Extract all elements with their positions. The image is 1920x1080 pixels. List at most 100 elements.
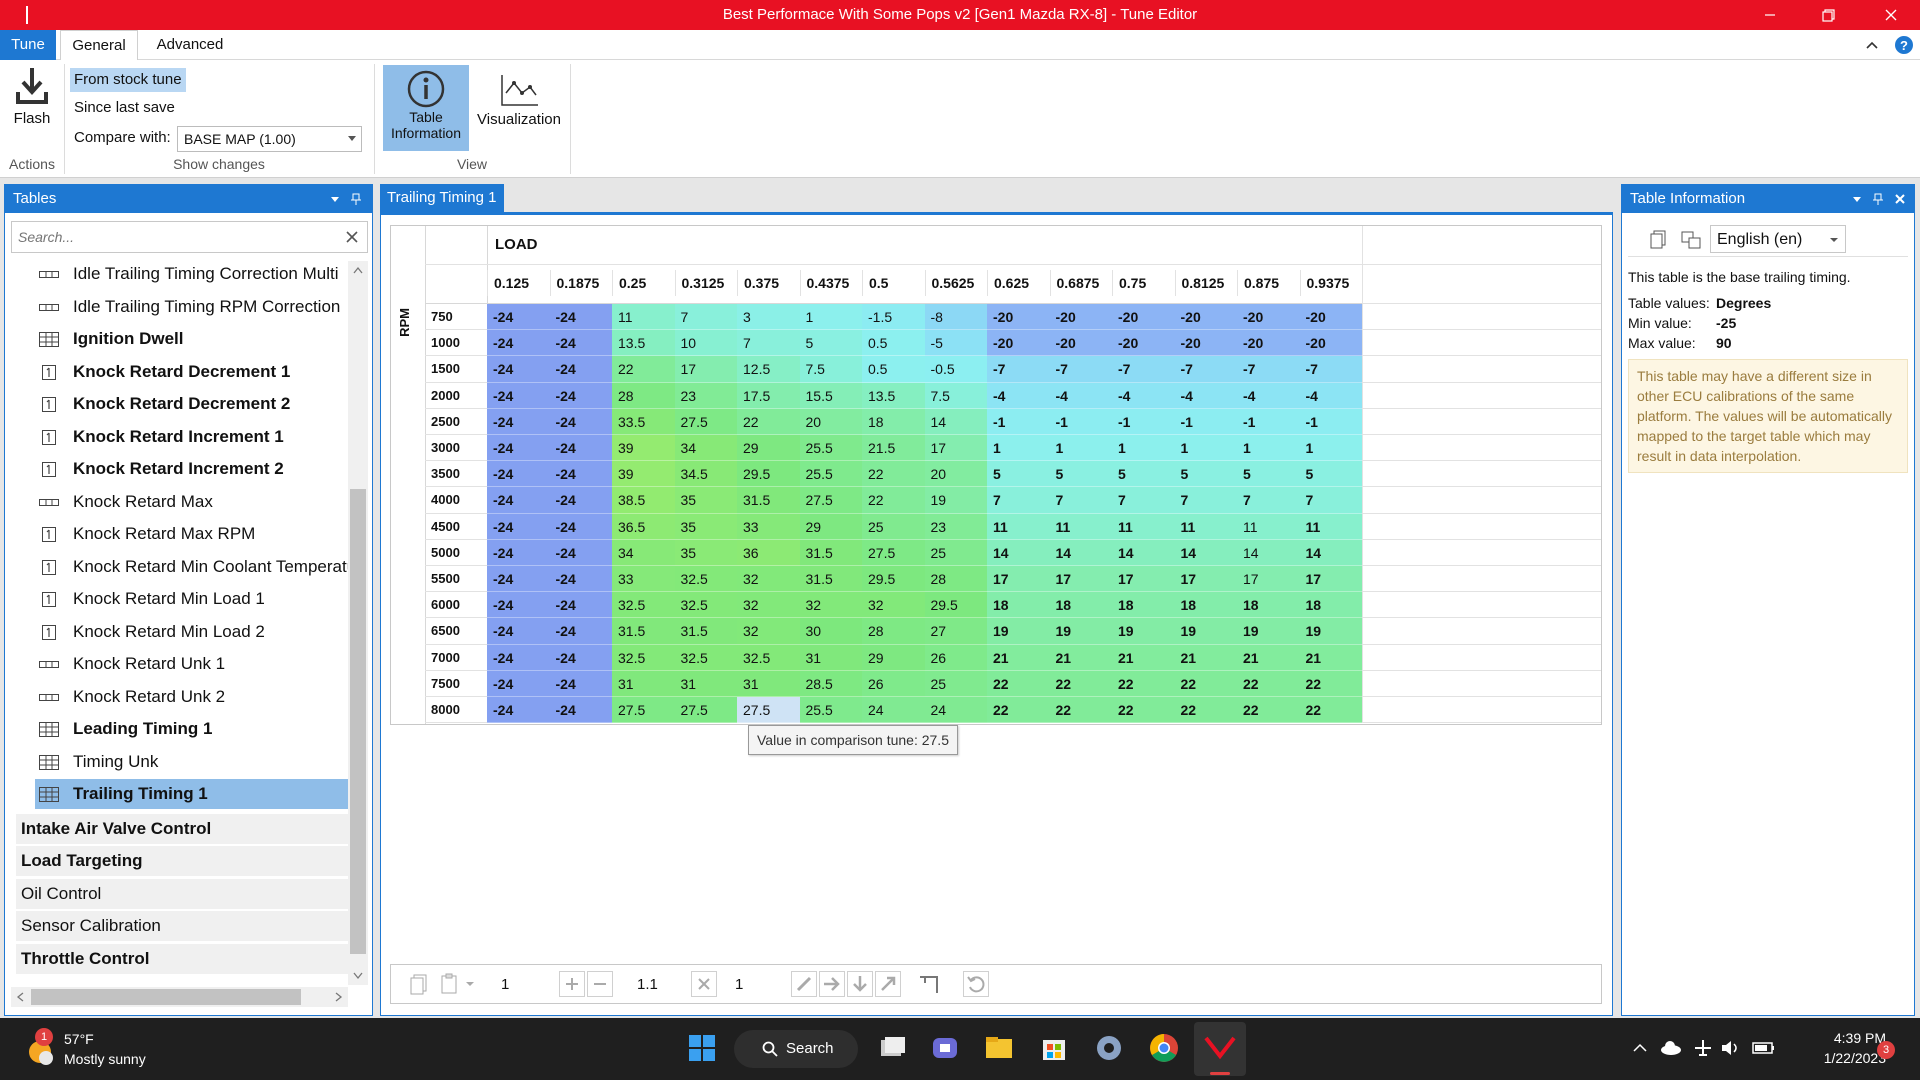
value-field-2[interactable]: 1.1 bbox=[637, 973, 697, 997]
table-cell[interactable]: 17 bbox=[987, 566, 1050, 593]
table-cell[interactable]: 22 bbox=[862, 487, 925, 514]
table-cell[interactable]: 20 bbox=[924, 461, 987, 488]
table-cell[interactable]: -24 bbox=[549, 670, 612, 697]
interpolate-icon[interactable] bbox=[917, 971, 943, 997]
table-cell[interactable]: 5 bbox=[799, 330, 862, 357]
table-cell[interactable]: 28 bbox=[612, 382, 675, 409]
table-cell[interactable]: 26 bbox=[862, 670, 925, 697]
table-cell[interactable]: -24 bbox=[487, 435, 550, 462]
table-cell[interactable]: -1 bbox=[1174, 408, 1237, 435]
table-cell[interactable]: 11 bbox=[612, 304, 675, 331]
table-cell[interactable]: 30 bbox=[799, 618, 862, 645]
table-cell[interactable]: 18 bbox=[1299, 592, 1362, 619]
table-cell[interactable]: 0.5 bbox=[862, 356, 925, 383]
table-cell[interactable]: 22 bbox=[987, 697, 1050, 724]
search-button[interactable]: Search bbox=[734, 1030, 858, 1068]
table-cell[interactable]: 18 bbox=[1049, 592, 1112, 619]
table-cell[interactable]: 22 bbox=[1299, 697, 1362, 724]
sidebar-group[interactable]: Intake Air Valve Control bbox=[16, 813, 350, 844]
sidebar-item[interactable]: Knock Retard Min Load 2 bbox=[35, 617, 351, 647]
table-cell[interactable]: 18 bbox=[987, 592, 1050, 619]
table-cell[interactable]: 34 bbox=[674, 435, 737, 462]
pencil-icon[interactable] bbox=[791, 971, 817, 997]
table-cell[interactable]: -4 bbox=[1112, 382, 1175, 409]
visualization-button[interactable]: Visualization bbox=[474, 65, 564, 151]
horizontal-scrollbar[interactable] bbox=[11, 987, 348, 1007]
table-cell[interactable]: -20 bbox=[1237, 304, 1300, 331]
table-cell[interactable]: 1 bbox=[1049, 435, 1112, 462]
table-cell[interactable]: 17 bbox=[1299, 566, 1362, 593]
table-cell[interactable]: 33.5 bbox=[612, 408, 675, 435]
sidebar-item[interactable]: Knock Retard Decrement 1 bbox=[35, 357, 351, 387]
sidebar-item[interactable]: Idle Trailing Timing RPM Correction bbox=[35, 292, 351, 322]
sidebar-group[interactable]: Sensor Calibration bbox=[16, 911, 350, 941]
table-cell[interactable]: 31 bbox=[799, 644, 862, 671]
table-cell[interactable]: -1 bbox=[987, 408, 1050, 435]
from-stock-tune-option[interactable]: From stock tune bbox=[70, 68, 186, 92]
table-cell[interactable]: 22 bbox=[1112, 697, 1175, 724]
table-cell[interactable]: 11 bbox=[1174, 513, 1237, 540]
table-cell[interactable]: -24 bbox=[487, 408, 550, 435]
airplane-mode-icon[interactable] bbox=[1693, 1038, 1713, 1058]
sidebar-item[interactable]: Knock Retard Unk 2 bbox=[35, 682, 351, 712]
table-cell[interactable]: -20 bbox=[987, 330, 1050, 357]
table-cell[interactable]: 14 bbox=[924, 408, 987, 435]
table-cell[interactable]: 32.5 bbox=[612, 592, 675, 619]
table-cell[interactable]: 5 bbox=[1174, 461, 1237, 488]
file-explorer-icon[interactable] bbox=[981, 1030, 1017, 1066]
table-cell[interactable]: -4 bbox=[987, 382, 1050, 409]
sidebar-item[interactable]: Knock Retard Max bbox=[35, 487, 351, 517]
table-cell[interactable]: 22 bbox=[737, 408, 800, 435]
table-cell[interactable]: 19 bbox=[1299, 618, 1362, 645]
table-cell[interactable]: 32.5 bbox=[674, 644, 737, 671]
table-cell[interactable]: 23 bbox=[924, 513, 987, 540]
table-cell[interactable]: -24 bbox=[487, 566, 550, 593]
since-last-save-option[interactable]: Since last save bbox=[74, 96, 175, 120]
table-cell[interactable]: 22 bbox=[862, 461, 925, 488]
table-cell[interactable]: 12.5 bbox=[737, 356, 800, 383]
table-cell[interactable]: 34 bbox=[612, 539, 675, 566]
table-cell[interactable]: 22 bbox=[987, 670, 1050, 697]
table-cell[interactable]: -24 bbox=[487, 487, 550, 514]
tab-tune[interactable]: Tune bbox=[0, 30, 56, 60]
table-cell[interactable]: 7 bbox=[1299, 487, 1362, 514]
table-cell[interactable]: 25 bbox=[924, 670, 987, 697]
compare-with-dropdown[interactable]: BASE MAP (1.00) bbox=[177, 126, 362, 152]
table-cell[interactable]: -24 bbox=[549, 382, 612, 409]
table-cell[interactable]: 34.5 bbox=[674, 461, 737, 488]
table-cell[interactable]: -24 bbox=[487, 304, 550, 331]
table-cell[interactable]: 27 bbox=[924, 618, 987, 645]
table-cell[interactable]: 27.5 bbox=[674, 697, 737, 724]
panel-menu-icon[interactable] bbox=[1852, 185, 1862, 213]
table-cell[interactable]: -24 bbox=[487, 513, 550, 540]
fill-right-icon[interactable] bbox=[819, 971, 845, 997]
table-cell[interactable]: 25 bbox=[862, 513, 925, 540]
table-cell[interactable]: -1.5 bbox=[862, 304, 925, 331]
table-cell[interactable]: 3 bbox=[737, 304, 800, 331]
fill-down-icon[interactable] bbox=[847, 971, 873, 997]
table-cell[interactable]: 21 bbox=[1237, 644, 1300, 671]
table-cell[interactable]: 35 bbox=[674, 539, 737, 566]
notification-badge[interactable]: 3 bbox=[1877, 1041, 1895, 1059]
table-cell[interactable]: 32.5 bbox=[674, 566, 737, 593]
table-cell[interactable]: -7 bbox=[1237, 356, 1300, 383]
table-cell[interactable]: 22 bbox=[612, 356, 675, 383]
tune-editor-taskbar-app[interactable] bbox=[1194, 1022, 1246, 1076]
table-cell[interactable]: 29.5 bbox=[737, 461, 800, 488]
table-cell[interactable]: 26 bbox=[924, 644, 987, 671]
table-cell[interactable]: 21 bbox=[1112, 644, 1175, 671]
table-cell[interactable]: 31.5 bbox=[612, 618, 675, 645]
table-cell[interactable]: 29 bbox=[737, 435, 800, 462]
table-cell[interactable]: 22 bbox=[1237, 697, 1300, 724]
sidebar-group[interactable]: Load Targeting bbox=[16, 846, 350, 876]
table-cell[interactable]: -24 bbox=[549, 487, 612, 514]
table-cell[interactable]: -24 bbox=[487, 330, 550, 357]
table-cell[interactable]: 7 bbox=[1237, 487, 1300, 514]
table-cell[interactable]: 36 bbox=[737, 539, 800, 566]
table-cell[interactable]: 17 bbox=[674, 356, 737, 383]
tray-chevron-icon[interactable] bbox=[1632, 1040, 1648, 1056]
table-cell[interactable]: 24 bbox=[924, 697, 987, 724]
table-cell[interactable]: -24 bbox=[549, 566, 612, 593]
table-cell[interactable]: -1 bbox=[1237, 408, 1300, 435]
table-cell[interactable]: 7 bbox=[987, 487, 1050, 514]
